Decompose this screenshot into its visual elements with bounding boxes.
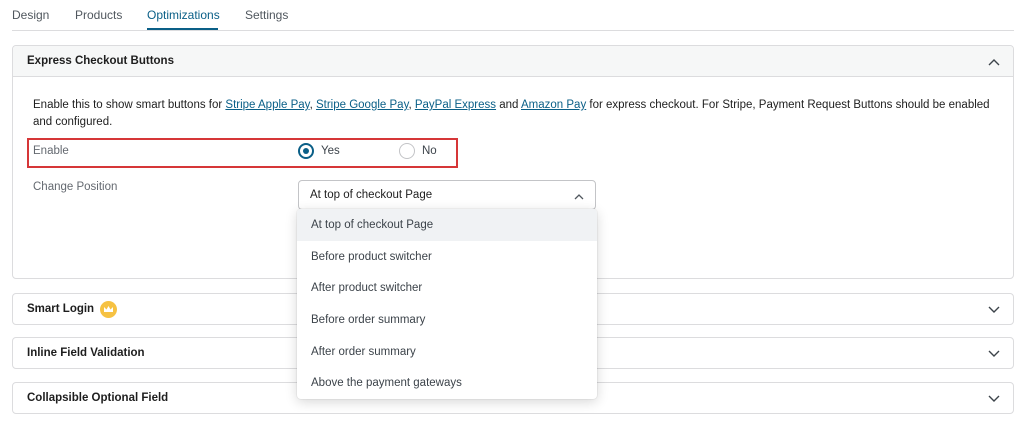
- enable-no-label: No: [422, 145, 437, 157]
- express-checkout-title: Express Checkout Buttons: [27, 55, 174, 67]
- tab-bar: Design Products Optimizations Settings: [12, 0, 1014, 31]
- chevron-up-icon: [573, 193, 585, 201]
- smart-login-title: Smart Login: [27, 303, 95, 315]
- position-option[interactable]: At top of checkout Page: [297, 209, 597, 241]
- amazon-pay-link[interactable]: Amazon Pay: [521, 99, 586, 111]
- position-dropdown-menu: At top of checkout Page Before product s…: [297, 209, 597, 399]
- active-tab-indicator: [147, 28, 218, 30]
- position-option[interactable]: Above the payment gateways: [297, 367, 597, 399]
- enable-no-radio[interactable]: No: [399, 143, 437, 159]
- express-checkout-description: Enable this to show smart buttons for St…: [33, 97, 1008, 131]
- enable-highlight-box: [27, 138, 458, 168]
- radio-checked-icon[interactable]: [298, 143, 314, 159]
- chevron-up-icon[interactable]: [988, 58, 1000, 66]
- collapsible-optional-field-title: Collapsible Optional Field: [27, 392, 169, 404]
- tab-optimizations[interactable]: Optimizations: [147, 8, 220, 22]
- tab-design[interactable]: Design: [12, 8, 49, 22]
- position-select-value: At top of checkout Page: [310, 189, 433, 201]
- position-select[interactable]: At top of checkout Page: [298, 180, 596, 210]
- paypal-express-link[interactable]: PayPal Express: [415, 99, 496, 111]
- chevron-down-icon[interactable]: [988, 395, 1000, 403]
- change-position-label: Change Position: [33, 181, 118, 193]
- desc-separator: and: [496, 99, 521, 111]
- inline-field-validation-title: Inline Field Validation: [27, 347, 145, 359]
- express-checkout-header[interactable]: Express Checkout Buttons: [13, 46, 1013, 77]
- radio-unchecked-icon[interactable]: [399, 143, 415, 159]
- tab-products[interactable]: Products: [75, 8, 122, 22]
- desc-prefix: Enable this to show smart buttons for: [33, 99, 226, 111]
- tab-settings[interactable]: Settings: [245, 8, 288, 22]
- stripe-google-pay-link[interactable]: Stripe Google Pay: [316, 99, 408, 111]
- stripe-apple-pay-link[interactable]: Stripe Apple Pay: [225, 99, 309, 111]
- position-option[interactable]: Before order summary: [297, 304, 597, 336]
- chevron-down-icon[interactable]: [988, 350, 1000, 358]
- position-option[interactable]: After product switcher: [297, 272, 597, 304]
- enable-label: Enable: [33, 145, 69, 157]
- crown-icon: [100, 300, 118, 318]
- position-option[interactable]: After order summary: [297, 336, 597, 368]
- position-option[interactable]: Before product switcher: [297, 241, 597, 273]
- chevron-down-icon[interactable]: [988, 306, 1000, 314]
- enable-yes-radio[interactable]: Yes: [298, 143, 340, 159]
- enable-yes-label: Yes: [321, 145, 340, 157]
